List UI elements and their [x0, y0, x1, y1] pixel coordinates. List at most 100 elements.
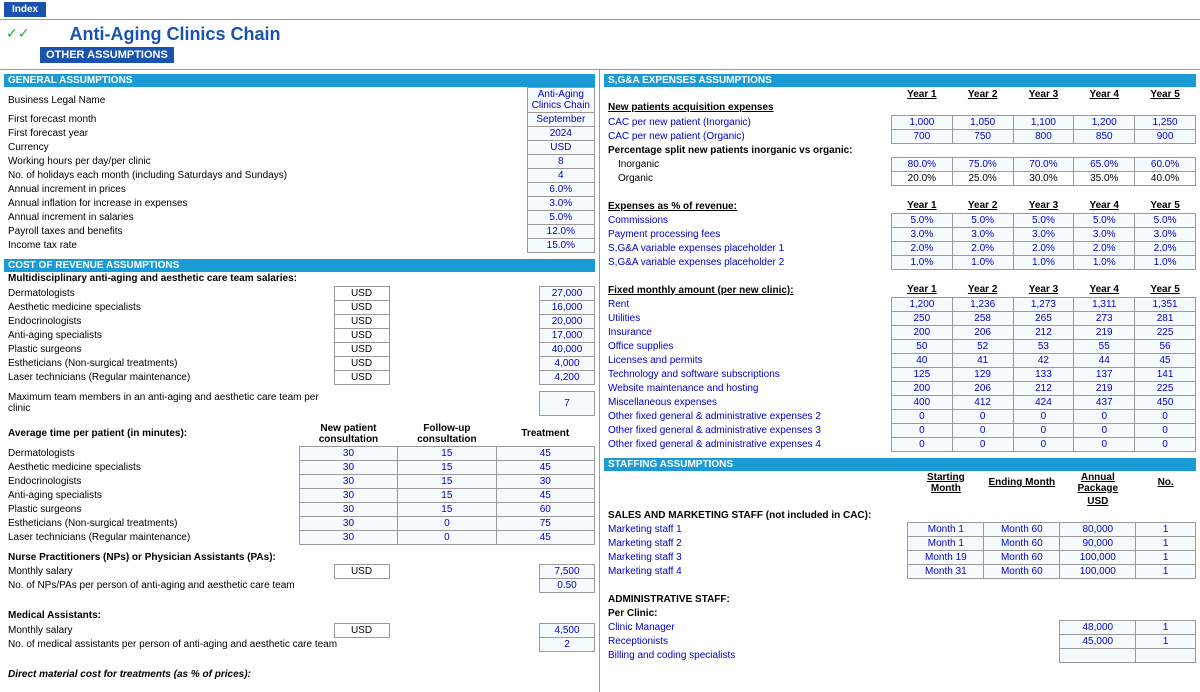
cac-inorg-val[interactable]: 1,100 — [1013, 115, 1074, 129]
time-new[interactable]: 30 — [299, 446, 397, 460]
inorg-val[interactable]: 80.0% — [891, 157, 952, 171]
cac-org-val[interactable]: 900 — [1135, 129, 1196, 143]
cac-inorg-val[interactable]: 1,200 — [1074, 115, 1135, 129]
exp-pct-val[interactable]: 3.0% — [1074, 227, 1135, 241]
cac-org-val[interactable]: 800 — [1013, 129, 1074, 143]
exp-pct-val[interactable]: 1.0% — [952, 255, 1013, 269]
fixed-val[interactable]: 137 — [1074, 367, 1135, 381]
salary-value[interactable]: 27,000 — [540, 286, 595, 300]
salary-value[interactable]: 16,000 — [540, 300, 595, 314]
fixed-val[interactable]: 206 — [952, 325, 1013, 339]
fixed-val[interactable]: 40 — [891, 353, 952, 367]
time-treat[interactable]: 60 — [496, 502, 594, 516]
fixed-val[interactable]: 0 — [1013, 423, 1074, 437]
fixed-val[interactable]: 52 — [952, 339, 1013, 353]
time-new[interactable]: 30 — [299, 460, 397, 474]
fixed-val[interactable]: 424 — [1013, 395, 1074, 409]
exp-pct-val[interactable]: 2.0% — [952, 241, 1013, 255]
fixed-val[interactable]: 0 — [1135, 423, 1196, 437]
fixed-val[interactable]: 0 — [1074, 409, 1135, 423]
ga-value[interactable]: Anti-Aging Clinics Chain — [527, 88, 594, 113]
sm-no[interactable]: 1 — [1136, 537, 1196, 551]
time-treat[interactable]: 45 — [496, 460, 594, 474]
exp-pct-val[interactable]: 1.0% — [1074, 255, 1135, 269]
salary-value[interactable]: 17,000 — [540, 328, 595, 342]
np-ratio[interactable]: 0.50 — [540, 579, 595, 593]
exp-pct-val[interactable]: 2.0% — [1074, 241, 1135, 255]
time-follow[interactable]: 15 — [398, 446, 496, 460]
fixed-val[interactable]: 55 — [1074, 339, 1135, 353]
sm-start[interactable]: Month 19 — [908, 551, 984, 565]
sm-no[interactable]: 1 — [1136, 523, 1196, 537]
fixed-val[interactable]: 0 — [952, 423, 1013, 437]
inorg-val[interactable]: 60.0% — [1135, 157, 1196, 171]
fixed-val[interactable]: 225 — [1135, 381, 1196, 395]
fixed-val[interactable]: 0 — [891, 423, 952, 437]
inorg-val[interactable]: 70.0% — [1013, 157, 1074, 171]
cac-inorg-val[interactable]: 1,000 — [891, 115, 952, 129]
fixed-val[interactable]: 45 — [1135, 353, 1196, 367]
fixed-val[interactable]: 125 — [891, 367, 952, 381]
fixed-val[interactable]: 56 — [1135, 339, 1196, 353]
fixed-val[interactable]: 0 — [891, 437, 952, 451]
sm-end[interactable]: Month 60 — [984, 537, 1060, 551]
exp-pct-val[interactable]: 1.0% — [891, 255, 952, 269]
index-button[interactable]: Index — [4, 2, 46, 17]
sm-end[interactable]: Month 60 — [984, 565, 1060, 579]
time-new[interactable]: 30 — [299, 502, 397, 516]
sm-start[interactable]: Month 1 — [908, 537, 984, 551]
fixed-val[interactable]: 0 — [952, 409, 1013, 423]
exp-pct-val[interactable]: 2.0% — [891, 241, 952, 255]
sm-start[interactable]: Month 31 — [908, 565, 984, 579]
fixed-val[interactable]: 0 — [1135, 409, 1196, 423]
fixed-val[interactable]: 265 — [1013, 311, 1074, 325]
fixed-val[interactable]: 273 — [1074, 311, 1135, 325]
admin-no[interactable] — [1136, 649, 1196, 663]
exp-pct-val[interactable]: 1.0% — [1013, 255, 1074, 269]
sm-pkg[interactable]: 100,000 — [1060, 565, 1136, 579]
time-follow[interactable]: 15 — [398, 502, 496, 516]
fixed-val[interactable]: 53 — [1013, 339, 1074, 353]
sm-end[interactable]: Month 60 — [984, 523, 1060, 537]
time-treat[interactable]: 75 — [496, 516, 594, 530]
fixed-val[interactable]: 1,311 — [1074, 297, 1135, 311]
fixed-val[interactable]: 450 — [1135, 395, 1196, 409]
fixed-val[interactable]: 219 — [1074, 325, 1135, 339]
admin-pkg[interactable]: 48,000 — [1060, 621, 1136, 635]
ma-salary[interactable]: 4,500 — [540, 623, 595, 637]
cac-org-val[interactable]: 750 — [952, 129, 1013, 143]
time-follow[interactable]: 15 — [398, 460, 496, 474]
fixed-val[interactable]: 206 — [952, 381, 1013, 395]
admin-no[interactable]: 1 — [1136, 635, 1196, 649]
exp-pct-val[interactable]: 5.0% — [891, 213, 952, 227]
fixed-val[interactable]: 225 — [1135, 325, 1196, 339]
fixed-val[interactable]: 250 — [891, 311, 952, 325]
fixed-val[interactable]: 0 — [1074, 423, 1135, 437]
fixed-val[interactable]: 0 — [1013, 437, 1074, 451]
fixed-val[interactable]: 437 — [1074, 395, 1135, 409]
inorg-val[interactable]: 75.0% — [952, 157, 1013, 171]
sm-pkg[interactable]: 90,000 — [1060, 537, 1136, 551]
fixed-val[interactable]: 1,273 — [1013, 297, 1074, 311]
sm-pkg[interactable]: 100,000 — [1060, 551, 1136, 565]
fixed-val[interactable]: 44 — [1074, 353, 1135, 367]
exp-pct-val[interactable]: 5.0% — [1135, 213, 1196, 227]
time-follow[interactable]: 15 — [398, 488, 496, 502]
ga-value[interactable]: 15.0% — [527, 239, 594, 253]
sm-start[interactable]: Month 1 — [908, 523, 984, 537]
ga-value[interactable]: 3.0% — [527, 197, 594, 211]
exp-pct-val[interactable]: 5.0% — [952, 213, 1013, 227]
time-new[interactable]: 30 — [299, 530, 397, 544]
max-team-value[interactable]: 7 — [540, 391, 595, 415]
fixed-val[interactable]: 412 — [952, 395, 1013, 409]
time-treat[interactable]: 45 — [496, 530, 594, 544]
admin-pkg[interactable] — [1060, 649, 1136, 663]
fixed-val[interactable]: 0 — [891, 409, 952, 423]
fixed-val[interactable]: 400 — [891, 395, 952, 409]
cac-org-val[interactable]: 850 — [1074, 129, 1135, 143]
ga-value[interactable]: 4 — [527, 169, 594, 183]
salary-value[interactable]: 4,000 — [540, 356, 595, 370]
cac-org-val[interactable]: 700 — [891, 129, 952, 143]
fixed-val[interactable]: 1,236 — [952, 297, 1013, 311]
ma-ratio[interactable]: 2 — [540, 637, 595, 651]
